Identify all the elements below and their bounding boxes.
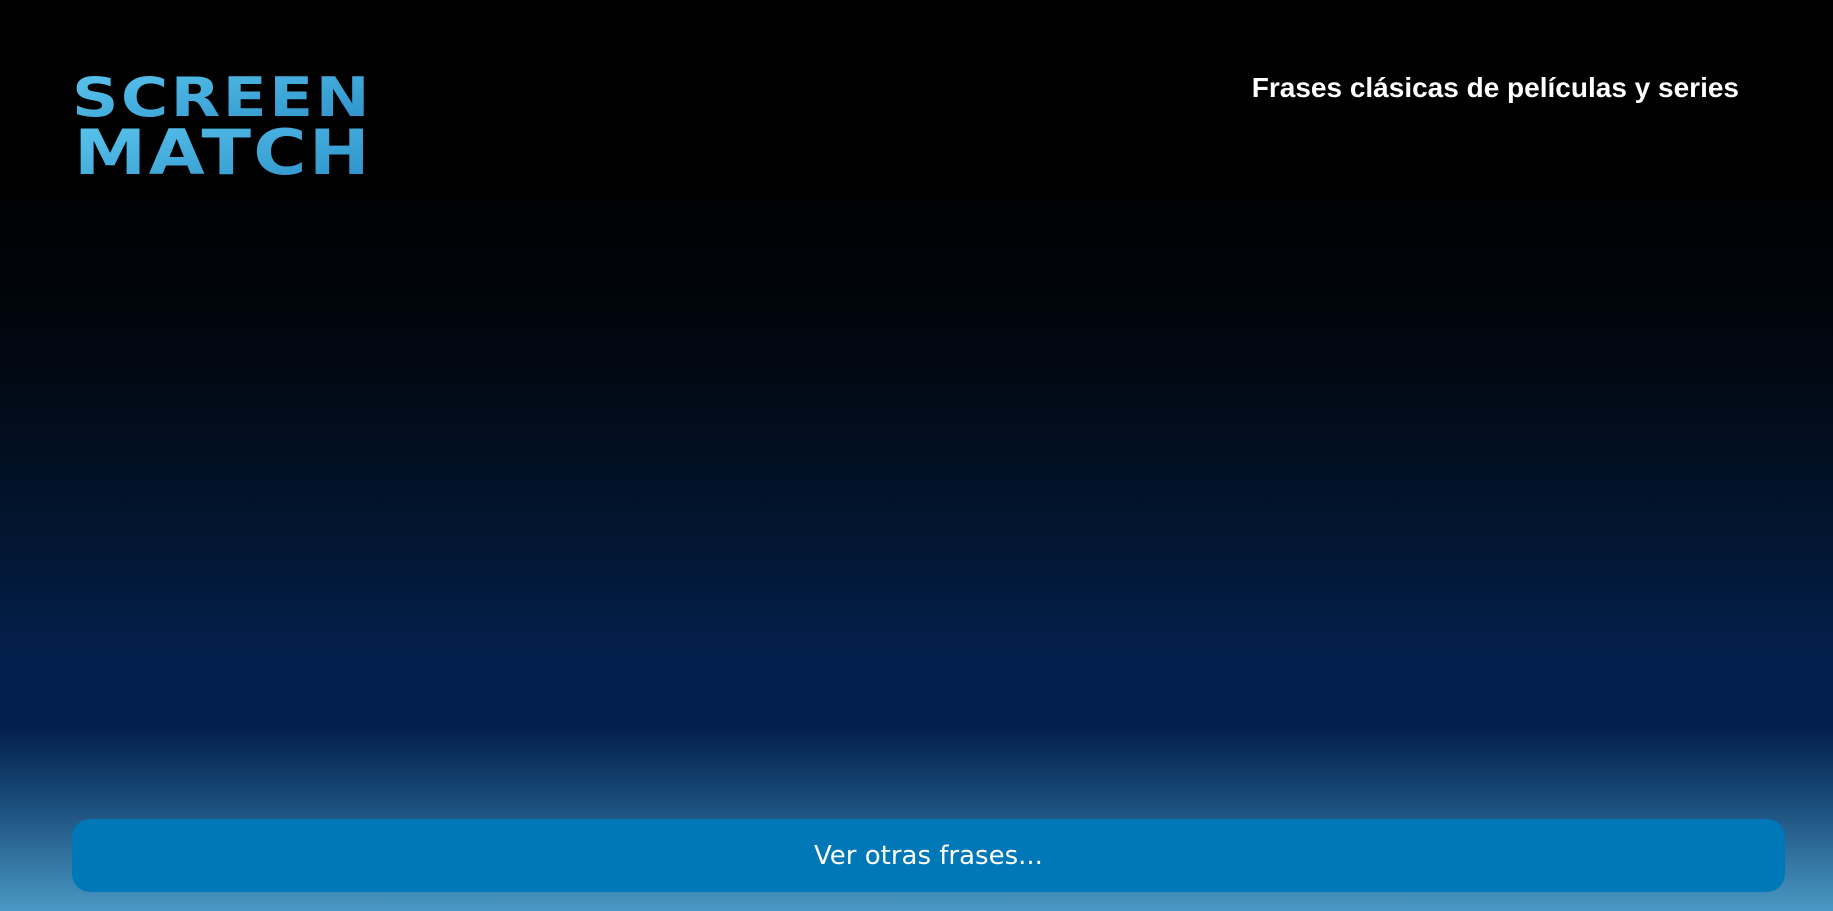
logo-line-2: MATCH xyxy=(74,116,372,178)
page-tagline: Frases clásicas de películas y series xyxy=(1251,72,1739,103)
app-logo: SCREEN MATCH xyxy=(72,68,376,178)
see-other-quotes-button[interactable]: Ver otras frases... xyxy=(72,819,1785,892)
logo-graphic: SCREEN MATCH xyxy=(72,68,372,178)
